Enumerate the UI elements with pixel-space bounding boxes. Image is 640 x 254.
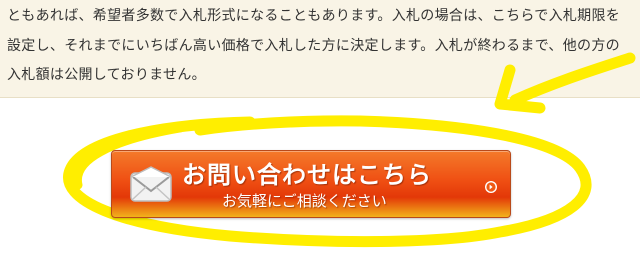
contact-button[interactable]: お問い合わせはこちら お気軽にご相談ください	[111, 150, 511, 218]
notice-box: ともあれば、希望者多数で入札形式になることもあります。入札の場合は、こちらで入札…	[0, 0, 640, 98]
chevron-right-circle-icon	[485, 181, 497, 193]
contact-button-title: お問い合わせはこちら	[182, 161, 432, 189]
contact-button-subtitle: お気軽にご相談ください	[222, 192, 387, 210]
notice-text: ともあれば、希望者多数で入札形式になることもあります。入札の場合は、こちらで入札…	[7, 8, 621, 83]
mail-icon	[130, 166, 172, 202]
